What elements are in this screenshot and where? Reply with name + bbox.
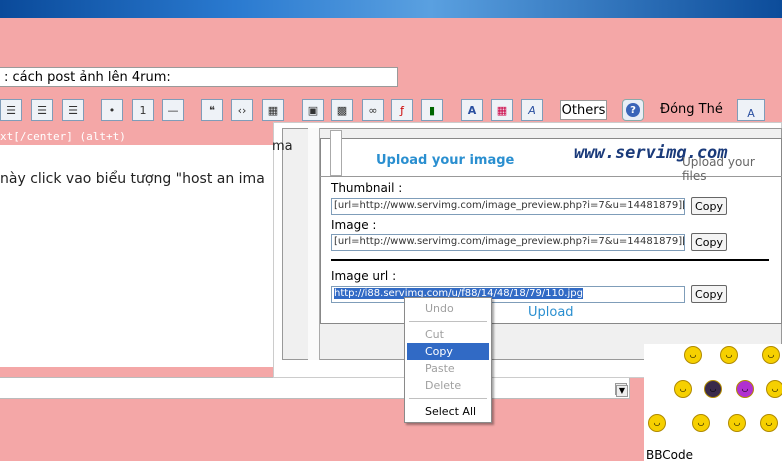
- smiley-icon[interactable]: ◡: [674, 380, 692, 398]
- others-label: Others: [561, 102, 606, 118]
- image-field[interactable]: [url=http://www.servimg.com/image_previe…: [331, 234, 685, 251]
- menu-separator: [409, 398, 487, 399]
- background-text-fragment: ma: [272, 139, 293, 154]
- font-face-icon[interactable]: A: [521, 99, 543, 121]
- help-button[interactable]: ?: [622, 99, 644, 121]
- code-icon[interactable]: ‹›: [231, 99, 253, 121]
- numbered-list-icon[interactable]: 1: [132, 99, 154, 121]
- post-title-value: : cách post ảnh lên 4rum:: [4, 70, 171, 85]
- align-justify-icon[interactable]: ☰: [62, 99, 84, 121]
- browser-top-bar: [0, 0, 782, 18]
- help-icon: ?: [626, 103, 640, 117]
- editor-text: này click vao biểu tượng "host an ima: [0, 171, 265, 187]
- popup-side-strip-2: [330, 130, 342, 176]
- menu-item-paste[interactable]: Paste: [407, 360, 489, 377]
- thumbnail-value: [url=http://www.servimg.com/image_previe…: [334, 200, 685, 211]
- image-value: [url=http://www.servimg.com/image_previe…: [334, 236, 685, 247]
- smiley-icon[interactable]: ◡: [762, 346, 780, 364]
- smiley-icon[interactable]: ◡: [766, 380, 782, 398]
- copy-image-button[interactable]: Copy: [691, 233, 727, 251]
- menu-separator: [409, 321, 487, 322]
- smiley-icon[interactable]: ◡: [728, 414, 746, 432]
- smiley-icon[interactable]: ◡: [760, 414, 778, 432]
- image-icon[interactable]: ▩: [331, 99, 353, 121]
- thumbnail-label: Thumbnail :: [331, 181, 403, 195]
- menu-item-delete[interactable]: Delete: [407, 377, 489, 394]
- video-icon[interactable]: ▮: [421, 99, 443, 121]
- bottom-input[interactable]: ▼: [0, 377, 630, 399]
- font-size-button[interactable]: A: [737, 99, 765, 121]
- popup-side-strip: [308, 128, 320, 360]
- menu-item-select-all[interactable]: Select All: [407, 403, 489, 420]
- bullet-list-icon[interactable]: •: [101, 99, 123, 121]
- align-center-icon[interactable]: ☰: [0, 99, 22, 121]
- image-url-field[interactable]: http://i88.servimg.com/u/f88/14/48/18/79…: [331, 286, 685, 303]
- upload-title: Upload your image: [376, 153, 515, 168]
- menu-item-copy[interactable]: Copy: [407, 343, 489, 360]
- scroll-arrow-icon[interactable]: ▼: [616, 385, 628, 397]
- color-grid-icon[interactable]: ▦: [491, 99, 513, 121]
- context-menu: Undo Cut Copy Paste Delete Select All: [404, 297, 492, 423]
- shortcut-hint: xt[/center] (alt+t): [0, 130, 126, 143]
- close-tags-button[interactable]: Đóng Thé: [660, 102, 723, 117]
- host-image-icon[interactable]: ▣: [302, 99, 324, 121]
- menu-item-cut[interactable]: Cut: [407, 326, 489, 343]
- post-title-input[interactable]: : cách post ảnh lên 4rum:: [0, 67, 398, 87]
- smiley-icon[interactable]: ◡: [648, 414, 666, 432]
- font-size-icon: A: [747, 107, 755, 120]
- separator: [331, 259, 769, 261]
- font-color-icon[interactable]: A: [461, 99, 483, 121]
- quote-icon[interactable]: ❝: [201, 99, 223, 121]
- devil-smiley-icon[interactable]: ◡: [704, 380, 722, 398]
- thumbnail-field[interactable]: [url=http://www.servimg.com/image_previe…: [331, 198, 685, 215]
- effect-toggle[interactable]: Hiệu ứng: Tắt: [648, 435, 729, 449]
- smiley-icon[interactable]: ◡: [692, 414, 710, 432]
- smiley-icon[interactable]: ◡: [684, 346, 702, 364]
- upload-link[interactable]: Upload: [528, 305, 574, 320]
- image-url-label: Image url :: [331, 269, 397, 283]
- horizontal-rule-icon[interactable]: —: [162, 99, 184, 121]
- image-label: Image :: [331, 218, 377, 232]
- copy-image-url-button[interactable]: Copy: [691, 285, 727, 303]
- flash-icon[interactable]: ƒ: [391, 99, 413, 121]
- smiley-icon[interactable]: ◡: [720, 346, 738, 364]
- bbcode-status[interactable]: đang Mở: [698, 448, 750, 461]
- copy-thumbnail-button[interactable]: Copy: [691, 197, 727, 215]
- others-button[interactable]: Others: [560, 100, 607, 120]
- table-icon[interactable]: ▦: [262, 99, 284, 121]
- bbcode-label: BBCode: [646, 448, 693, 461]
- menu-item-undo[interactable]: Undo: [407, 300, 489, 317]
- align-right-icon[interactable]: ☰: [31, 99, 53, 121]
- link-icon[interactable]: ∞: [362, 99, 384, 121]
- logo-subtitle: Upload your files: [682, 155, 755, 183]
- purple-smiley-icon[interactable]: ◡: [736, 380, 754, 398]
